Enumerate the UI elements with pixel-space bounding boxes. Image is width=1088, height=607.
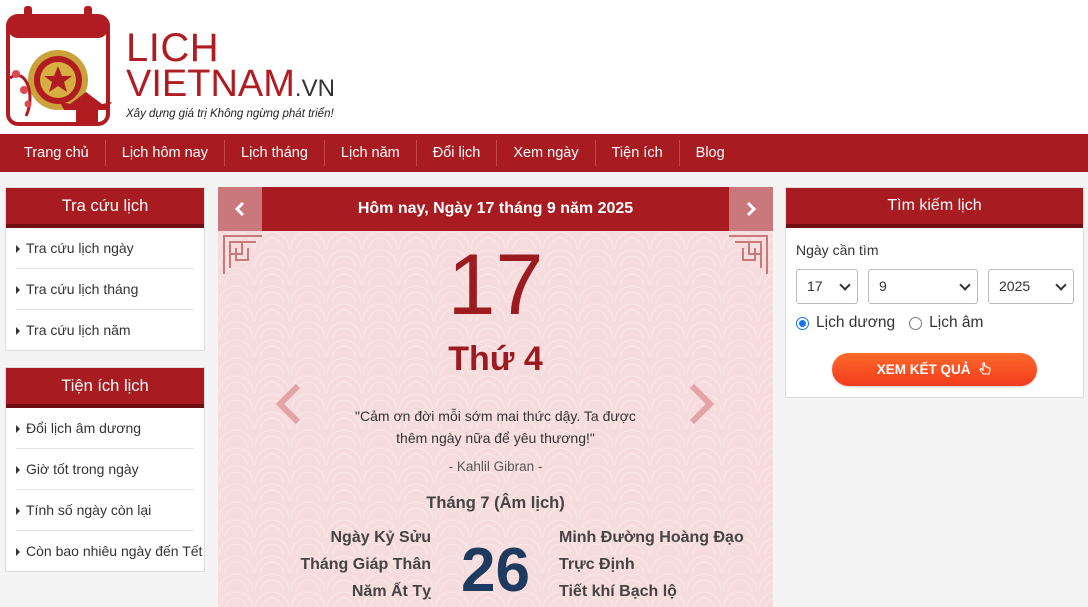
utility-item-convert[interactable]: Đổi lịch âm dương <box>16 408 194 449</box>
caret-right-icon <box>16 286 20 294</box>
daily-calendar: Hôm nay, Ngày 17 tháng 9 năm 2025 17 Thứ… <box>218 187 773 607</box>
chevron-left-icon <box>234 201 245 217</box>
lookup-item-year[interactable]: Tra cứu lịch năm <box>16 310 194 351</box>
next-day-button[interactable] <box>729 187 773 231</box>
weekday-label: Thứ 4 <box>448 340 543 378</box>
quote-author: - Kahlil Gibran - <box>448 459 543 474</box>
site-header: LICH VIETNAM.VN Xây dựng giá trị Không n… <box>0 0 1088 134</box>
brand-name-line2: VIETNAM <box>126 63 295 105</box>
daily-quote: "Cảm ơn đời mỗi sớm mai thức dậy. Ta đượ… <box>355 408 636 446</box>
nav-item-month[interactable]: Lịch tháng <box>225 140 325 166</box>
brand-logo[interactable]: LICH VIETNAM.VN Xây dựng giá trị Không n… <box>126 26 335 120</box>
main-nav: Trang chủ Lịch hôm nay Lịch tháng Lịch n… <box>0 134 1088 172</box>
nav-item-year[interactable]: Lịch năm <box>325 140 417 166</box>
search-calendar-box: Tìm kiếm lịch Ngày cần tìm 17 9 2025 Lịc… <box>785 187 1084 398</box>
utility-box: Tiện ích lịch Đổi lịch âm dương Giờ tốt … <box>5 367 205 572</box>
radio-lunar[interactable] <box>909 316 923 330</box>
month-select[interactable]: 9 <box>868 269 978 304</box>
utility-item-tet-countdown[interactable]: Còn bao nhiêu ngày đến Tết <box>16 531 202 572</box>
prev-arrow-icon[interactable] <box>274 382 304 426</box>
calendar-logo-icon[interactable] <box>6 6 122 128</box>
nav-item-home[interactable]: Trang chủ <box>8 140 106 166</box>
pointer-hand-icon <box>979 362 991 375</box>
chevron-down-icon <box>959 279 971 291</box>
lookup-item-day[interactable]: Tra cứu lịch ngày <box>16 228 194 269</box>
lunar-day-number: 26 <box>461 536 530 605</box>
chevron-down-icon <box>839 279 851 291</box>
brand-slogan: Xây dựng giá trị Không ngừng phát triển! <box>126 108 334 120</box>
nav-item-today[interactable]: Lịch hôm nay <box>106 140 225 166</box>
calendar-header: Hôm nay, Ngày 17 tháng 9 năm 2025 <box>218 187 773 231</box>
prev-day-button[interactable] <box>218 187 262 231</box>
lunar-month-title: Tháng 7 (Âm lịch) <box>426 494 565 512</box>
view-result-button[interactable]: XEM KẾT QUẢ <box>832 353 1037 386</box>
solar-term: Tiết khí Bạch lộ <box>559 583 677 600</box>
nav-item-utilities[interactable]: Tiện ích <box>596 140 680 166</box>
search-date-label: Ngày cần tìm <box>796 242 879 258</box>
chevron-right-icon <box>746 201 757 217</box>
radio-lunar-label[interactable]: Lịch âm <box>929 314 983 332</box>
caret-right-icon <box>16 425 20 433</box>
caret-right-icon <box>16 548 20 556</box>
calendar-title: Hôm nay, Ngày 17 tháng 9 năm 2025 <box>357 200 634 217</box>
truc-label: Trực Định <box>559 556 635 573</box>
utility-item-days-left[interactable]: Tính số ngày còn lại <box>16 490 194 531</box>
nav-item-convert[interactable]: Đổi lịch <box>417 140 498 166</box>
next-arrow-icon[interactable] <box>686 382 716 426</box>
brand-domain: .VN <box>294 75 335 102</box>
search-box-title: Tìm kiếm lịch <box>786 188 1083 228</box>
caret-right-icon <box>16 507 20 515</box>
lookup-box: Tra cứu lịch Tra cứu lịch ngày Tra cứu l… <box>5 187 205 351</box>
utility-item-good-hours[interactable]: Giờ tốt trong ngày <box>16 449 194 490</box>
day-select[interactable]: 17 <box>796 269 858 304</box>
caret-right-icon <box>16 245 20 253</box>
caret-right-icon <box>16 466 20 474</box>
calendar-type-radios: Lịch dương Lịch âm <box>796 314 983 332</box>
lookup-box-title: Tra cứu lịch <box>6 188 204 228</box>
day-quality: Minh Đường Hoàng Đạo <box>559 529 744 546</box>
lookup-item-month[interactable]: Tra cứu lịch tháng <box>16 269 194 310</box>
nav-item-view-day[interactable]: Xem ngày <box>497 140 596 166</box>
radio-solar[interactable] <box>796 316 809 330</box>
nav-item-blog[interactable]: Blog <box>680 140 741 166</box>
year-select[interactable]: 2025 <box>988 269 1074 304</box>
caret-right-icon <box>16 327 20 335</box>
brand-name-line1: LICH <box>126 26 220 70</box>
chevron-down-icon <box>1055 279 1067 291</box>
utility-box-title: Tiện ích lịch <box>6 368 204 408</box>
solar-day-number: 17 <box>447 237 544 333</box>
radio-solar-label[interactable]: Lịch dương <box>816 314 895 332</box>
